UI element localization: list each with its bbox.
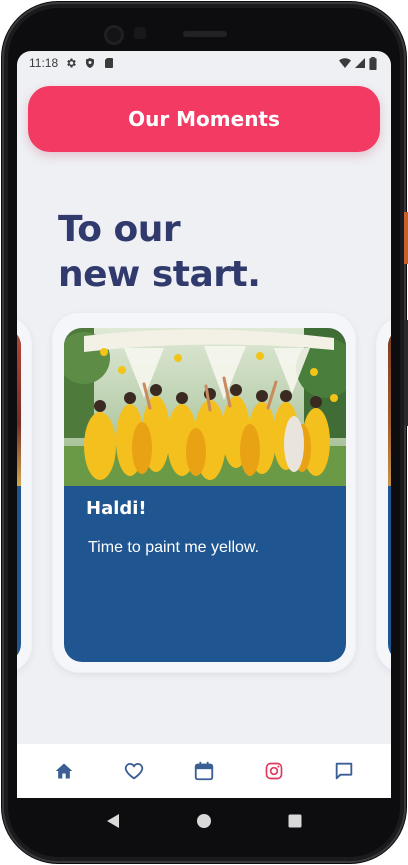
power-button — [404, 212, 408, 264]
wifi-icon — [339, 57, 351, 69]
nav-favorites[interactable] — [114, 751, 154, 791]
nav-home[interactable] — [44, 751, 84, 791]
moment-card-frame[interactable]: Haldi! Time to paint me yellow. — [53, 314, 355, 672]
hero-title: To our new start. — [58, 207, 358, 297]
app-screen: 11:18 Our Moments To our new start. Hald… — [17, 51, 391, 798]
next-card-image — [388, 328, 391, 486]
proximity-sensor — [134, 27, 146, 39]
shield-icon — [84, 57, 96, 69]
battery-icon — [369, 57, 381, 70]
system-home-button[interactable] — [194, 811, 214, 831]
nav-messages[interactable] — [324, 751, 364, 791]
earpiece-speaker — [183, 31, 227, 37]
next-card-frame[interactable] — [377, 318, 391, 672]
home-circle-icon — [196, 814, 211, 828]
chat-icon — [335, 762, 353, 780]
previous-card — [17, 328, 21, 662]
sim-card-icon — [103, 57, 115, 69]
previous-card-image — [17, 328, 21, 486]
hero-title-line-2: new start. — [58, 254, 261, 295]
signal-icon — [354, 57, 366, 69]
our-moments-button[interactable]: Our Moments — [28, 86, 380, 152]
instagram-icon — [265, 762, 283, 780]
status-bar: 11:18 — [17, 51, 391, 75]
bottom-navigation — [17, 744, 391, 798]
nav-calendar[interactable] — [184, 751, 224, 791]
gear-icon — [65, 57, 77, 69]
next-card — [388, 328, 391, 662]
home-icon — [55, 763, 73, 779]
recents-square-icon — [288, 814, 302, 828]
moment-card[interactable]: Haldi! Time to paint me yellow. — [64, 328, 346, 662]
system-navigation-bar — [17, 798, 391, 844]
previous-card-frame[interactable] — [17, 318, 31, 672]
card-title: Haldi! — [86, 498, 147, 519]
heart-icon — [124, 763, 144, 780]
system-back-button[interactable] — [103, 811, 123, 831]
nav-instagram[interactable] — [254, 751, 294, 791]
status-time: 11:18 — [29, 56, 59, 70]
haldi-photo — [64, 328, 346, 486]
back-triangle-icon — [106, 814, 119, 828]
calendar-icon — [194, 761, 214, 781]
card-description: Time to paint me yellow. — [88, 539, 260, 556]
haldi-photo-illustration — [64, 328, 346, 486]
hero-title-line-1: To our — [58, 209, 181, 250]
volume-button — [404, 320, 408, 426]
system-recents-button[interactable] — [285, 811, 305, 831]
front-camera — [104, 25, 124, 45]
